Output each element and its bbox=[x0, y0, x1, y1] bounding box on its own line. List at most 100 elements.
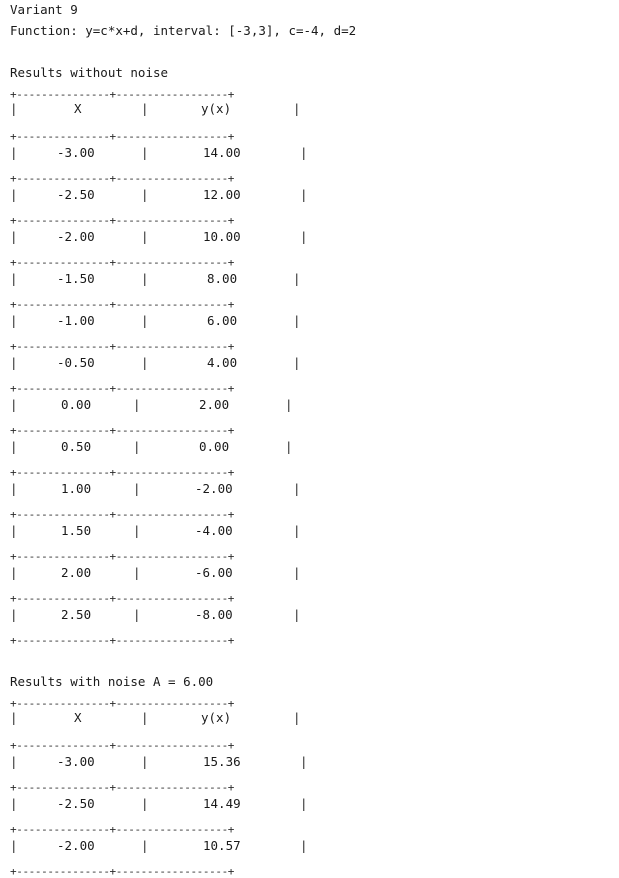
y-cell: 2.00 bbox=[199, 397, 230, 412]
cell-separator: | bbox=[10, 796, 18, 811]
table-row: | 0.00 | 2.00 | bbox=[10, 397, 610, 413]
cell-separator: | bbox=[10, 229, 18, 244]
table-border: +---------------+------------------+ bbox=[10, 592, 235, 605]
y-cell: 12.00 bbox=[203, 187, 241, 202]
x-cell: 1.00 bbox=[61, 481, 92, 496]
cell-separator: | bbox=[293, 101, 301, 116]
cell-separator: | bbox=[300, 796, 308, 811]
cell-separator: | bbox=[141, 355, 149, 370]
cell-separator: | bbox=[293, 355, 301, 370]
cell-separator: | bbox=[10, 523, 18, 538]
table-border: +---------------+------------------+ bbox=[10, 424, 235, 437]
x-cell: -2.50 bbox=[57, 187, 95, 202]
cell-separator: | bbox=[10, 607, 18, 622]
cell-separator: | bbox=[293, 710, 301, 725]
cell-separator: | bbox=[141, 313, 149, 328]
table-border: +---------------+------------------+ bbox=[10, 340, 235, 353]
x-cell: 0.50 bbox=[61, 439, 92, 454]
function-line: Function: y=c*x+d, interval: [-3,3], c=-… bbox=[10, 23, 357, 38]
cell-separator: | bbox=[141, 187, 149, 202]
table-border: +---------------+------------------+ bbox=[10, 214, 235, 227]
table-border: +---------------+------------------+ bbox=[10, 382, 235, 395]
cell-separator: | bbox=[10, 754, 18, 769]
y-cell: 8.00 bbox=[207, 271, 238, 286]
table-header-row: | X | y(x) | bbox=[10, 101, 610, 117]
cell-separator: | bbox=[300, 145, 308, 160]
y-cell: y(x) bbox=[201, 710, 232, 725]
cell-separator: | bbox=[285, 397, 293, 412]
x-cell: -3.00 bbox=[57, 145, 95, 160]
cell-separator: | bbox=[293, 523, 301, 538]
cell-separator: | bbox=[10, 101, 18, 116]
cell-separator: | bbox=[10, 187, 18, 202]
table2-title: Results with noise A = 6.00 bbox=[10, 674, 214, 689]
y-cell: -2.00 bbox=[195, 481, 233, 496]
y-cell: 0.00 bbox=[199, 439, 230, 454]
cell-separator: | bbox=[10, 355, 18, 370]
cell-separator: | bbox=[141, 229, 149, 244]
x-cell: 2.00 bbox=[61, 565, 92, 580]
cell-separator: | bbox=[141, 101, 149, 116]
table-border: +---------------+------------------+ bbox=[10, 256, 235, 269]
x-cell: 2.50 bbox=[61, 607, 92, 622]
cell-separator: | bbox=[300, 187, 308, 202]
cell-separator: | bbox=[133, 523, 141, 538]
table-row: | -2.50 | 12.00 | bbox=[10, 187, 610, 203]
cell-separator: | bbox=[293, 607, 301, 622]
cell-separator: | bbox=[293, 271, 301, 286]
cell-separator: | bbox=[141, 710, 149, 725]
cell-separator: | bbox=[10, 838, 18, 853]
cell-separator: | bbox=[133, 439, 141, 454]
cell-separator: | bbox=[10, 271, 18, 286]
y-cell: 6.00 bbox=[207, 313, 238, 328]
cell-separator: | bbox=[293, 481, 301, 496]
table-row: | -2.00 | 10.00 | bbox=[10, 229, 610, 245]
cell-separator: | bbox=[133, 607, 141, 622]
y-cell: 14.49 bbox=[203, 796, 241, 811]
x-cell: 0.00 bbox=[61, 397, 92, 412]
variant-line: Variant 9 bbox=[10, 2, 78, 17]
table-border: +---------------+------------------+ bbox=[10, 634, 235, 647]
x-cell: -0.50 bbox=[57, 355, 95, 370]
y-cell: 10.00 bbox=[203, 229, 241, 244]
x-cell: -3.00 bbox=[57, 754, 95, 769]
table-row: | -0.50 | 4.00 | bbox=[10, 355, 610, 371]
table-border: +---------------+------------------+ bbox=[10, 130, 235, 143]
table-row: | -2.00 | 10.57 | bbox=[10, 838, 610, 854]
y-cell: 14.00 bbox=[203, 145, 241, 160]
x-cell: 1.50 bbox=[61, 523, 92, 538]
table1-title: Results without noise bbox=[10, 65, 169, 80]
y-cell: 10.57 bbox=[203, 838, 241, 853]
cell-separator: | bbox=[133, 397, 141, 412]
cell-separator: | bbox=[10, 439, 18, 454]
table-row: | 2.00 | -6.00 | bbox=[10, 565, 610, 581]
table-border: +---------------+------------------+ bbox=[10, 781, 235, 794]
cell-separator: | bbox=[285, 439, 293, 454]
console-output: Variant 9 Function: y=c*x+d, interval: [… bbox=[10, 0, 610, 877]
x-cell: -1.00 bbox=[57, 313, 95, 328]
cell-separator: | bbox=[133, 481, 141, 496]
table-row: | 1.00 | -2.00 | bbox=[10, 481, 610, 497]
x-cell: X bbox=[74, 101, 82, 116]
table-border: +---------------+------------------+ bbox=[10, 466, 235, 479]
x-cell: -2.00 bbox=[57, 838, 95, 853]
y-cell: -6.00 bbox=[195, 565, 233, 580]
table-border: +---------------+------------------+ bbox=[10, 88, 235, 101]
table-border: +---------------+------------------+ bbox=[10, 697, 235, 710]
table-row: | -3.00 | 14.00 | bbox=[10, 145, 610, 161]
y-cell: 4.00 bbox=[207, 355, 238, 370]
cell-separator: | bbox=[141, 271, 149, 286]
table-border: +---------------+------------------+ bbox=[10, 298, 235, 311]
y-cell: 15.36 bbox=[203, 754, 241, 769]
table-border: +---------------+------------------+ bbox=[10, 550, 235, 563]
x-cell: -1.50 bbox=[57, 271, 95, 286]
table-row: | -3.00 | 15.36 | bbox=[10, 754, 610, 770]
table-border: +---------------+------------------+ bbox=[10, 508, 235, 521]
cell-separator: | bbox=[10, 313, 18, 328]
table-row: | -2.50 | 14.49 | bbox=[10, 796, 610, 812]
table-row: | -1.00 | 6.00 | bbox=[10, 313, 610, 329]
cell-separator: | bbox=[293, 313, 301, 328]
x-cell: -2.00 bbox=[57, 229, 95, 244]
cell-separator: | bbox=[141, 145, 149, 160]
x-cell: -2.50 bbox=[57, 796, 95, 811]
